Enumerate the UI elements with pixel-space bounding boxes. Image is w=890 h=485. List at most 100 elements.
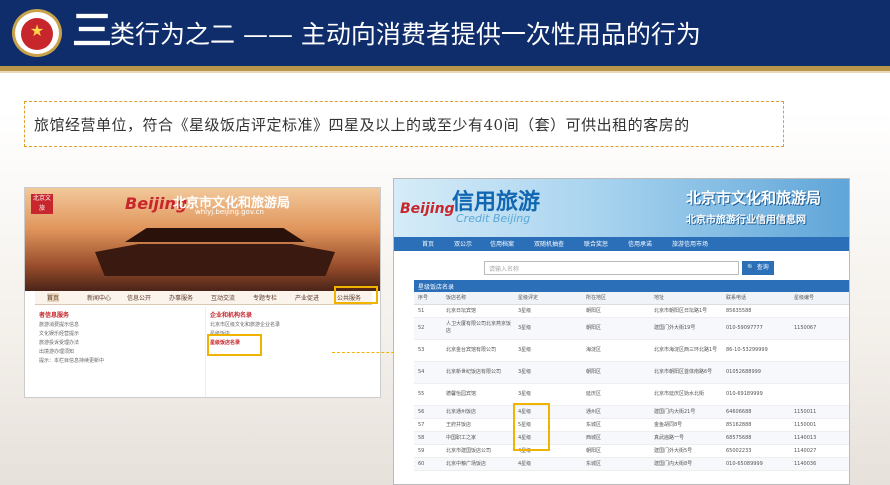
nav-item[interactable]: 专题专栏 [253, 293, 277, 302]
bureau-title: 北京市文化和旅游局 [686, 189, 822, 207]
nav-item[interactable]: 办事服务 [169, 293, 193, 302]
table-cell: 010-59097777 [722, 317, 790, 340]
table-cell: 53 [414, 339, 442, 362]
criteria-text: 旅馆经营单位，符合《星级饭店评定标准》四星及以上的或至少有40间（套）可供出租的… [34, 116, 690, 134]
credit-nav-bar: 首页 双公示 信用档案 双随机抽查 联合奖惩 信用承诺 旅游信用市场 [394, 237, 849, 251]
table-cell: 85635588 [722, 304, 790, 318]
nav-item[interactable]: 首页 [47, 293, 60, 302]
table-cell[interactable]: 中国职工之家 [442, 431, 514, 445]
table-cell: 西城区 [582, 431, 650, 445]
table-row: 53 北京金台宾馆有限公司 3星级 海淀区 北京市海淀区西三环北路1号 86-10-532… [414, 339, 849, 362]
title-lead-char: 三 [72, 8, 112, 54]
table-cell [790, 361, 849, 384]
table-cell: 金鱼胡同8号 [650, 418, 722, 432]
table-cell: 1140013 [790, 431, 849, 445]
table-cell[interactable]: 北京新世纪饭店有限公司 [442, 361, 514, 384]
table-cell: 1140027 [790, 444, 849, 458]
table-cell: 58 [414, 431, 442, 445]
table-cell: 北京市朝阳区日坛路1号 [650, 304, 722, 318]
search-placeholder: 请输入名称 [489, 266, 520, 273]
table-cell: 64606688 [722, 405, 790, 419]
highlight-box-directory [207, 334, 262, 356]
directory-link[interactable]: 北京市区级文化和旅游企业名录 [210, 321, 368, 328]
nav-item[interactable]: 信息公开 [127, 293, 151, 302]
table-cell[interactable]: 北京通州饭店 [442, 405, 514, 419]
table-cell: 52 [414, 317, 442, 340]
table-cell: 3星级 [514, 304, 582, 318]
col-header: 序号 [414, 292, 442, 305]
table-cell[interactable]: 德馨怡园宾馆 [442, 383, 514, 406]
table-cell: 3星级 [514, 383, 582, 406]
credit-site-title: 北京市旅游行业信用信息网 [686, 215, 806, 226]
table-cell[interactable]: 人卫大厦有限公司北京燕京饭店 [442, 317, 514, 340]
col-header: 饭店名称 [442, 292, 514, 305]
col-header: 星级编号 [790, 292, 849, 305]
table-row: 55 德馨怡园宾馆 3星级 延庆区 北京市延庆区妫水北街 010-69189999 [414, 383, 849, 406]
table-row: 58 中国职工之家 4星级 西城区 真武庙路一号 68575688 1140013 [414, 431, 849, 445]
table-cell: 60 [414, 457, 442, 471]
table-cell: 57 [414, 418, 442, 432]
table-cell: 4星级 [514, 457, 582, 471]
col-header: 地址 [650, 292, 722, 305]
table-cell[interactable]: 北京中粮广场饭店 [442, 457, 514, 471]
left-website-screenshot: 北京文旅 Beijing 北京市文化和旅游局 whlyj.beijing.gov… [24, 187, 381, 398]
table-cell: 朝阳区 [582, 304, 650, 318]
table-cell: 海淀区 [582, 339, 650, 362]
col-header: 所在地区 [582, 292, 650, 305]
nav-item[interactable]: 首页 [422, 239, 434, 248]
table-cell: 通州区 [582, 405, 650, 419]
table-cell: 56 [414, 405, 442, 419]
nav-item[interactable]: 信用档案 [490, 239, 514, 248]
table-cell: 1150067 [790, 317, 849, 340]
nav-item[interactable]: 双随机抽查 [534, 239, 564, 248]
nav-item[interactable]: 新闻中心 [87, 293, 111, 302]
table-cell[interactable]: 北京日坛宾馆 [442, 304, 514, 318]
table-cell[interactable]: 北京金台宾馆有限公司 [442, 339, 514, 362]
slide-title: 类行为之二 —— 主动向消费者提供一次性用品的行为 [110, 20, 701, 49]
table-row: 52 人卫大厦有限公司北京燕京饭店 3星级 朝阳区 建国门外大街19号 010-59097… [414, 317, 849, 340]
nav-item[interactable]: 信用承诺 [628, 239, 652, 248]
table-cell [790, 304, 849, 318]
search-input[interactable]: 请输入名称 [484, 261, 739, 275]
table-cell: 1150001 [790, 418, 849, 432]
table-cell: 真武庙路一号 [650, 431, 722, 445]
table-cell: 86-10-53299999 [722, 339, 790, 362]
nav-item[interactable]: 互动交流 [211, 293, 235, 302]
text-block [209, 360, 369, 396]
table-cell[interactable]: 王府井饭店 [442, 418, 514, 432]
list-item[interactable]: 出境游办理须知 [39, 348, 195, 355]
table-cell: 01052688999 [722, 361, 790, 384]
table-cell: 朝阳区 [582, 317, 650, 340]
table-cell: 65002233 [722, 444, 790, 458]
list-item[interactable]: 旅游消费提示信息 [39, 321, 195, 328]
highlight-box-star-rating [513, 403, 550, 451]
table-cell: 朝阳区 [582, 361, 650, 384]
table-cell: 3星级 [514, 361, 582, 384]
table-cell[interactable]: 北京市建国饭店公司 [442, 444, 514, 458]
slide-header: ★ 三 类行为之二 —— 主动向消费者提供一次性用品的行为 [0, 0, 890, 66]
table-header-row: 序号 饭店名称 星级评定 所在地区 地址 联系电话 星级编号 [414, 292, 849, 305]
table-cell: 85162888 [722, 418, 790, 432]
list-item[interactable]: 旅游投诉受理办法 [39, 339, 195, 346]
table-cell: 建国门内大街8号 [650, 457, 722, 471]
table-cell: 51 [414, 304, 442, 318]
left-nav-bar: 首页 新闻中心 信息公开 办事服务 互动交流 专题专栏 产业促进 公共服务 [35, 291, 372, 305]
search-button[interactable]: 🔍 查询 [742, 261, 774, 275]
left-info-column: 者信息服务 旅游消费提示信息 文化娱乐经营提示 旅游投诉受理办法 出境游办理须知… [37, 307, 197, 397]
national-emblem-icon: ★ [12, 9, 62, 57]
nav-item[interactable]: 产业促进 [295, 293, 319, 302]
hotel-table: 星级饭店名录 序号 饭店名称 星级评定 所在地区 地址 联系电话 星级编号 51… [414, 280, 849, 484]
nav-item[interactable]: 旅游信用市场 [672, 239, 708, 248]
directory-heading: 企业和机构名录 [210, 312, 253, 319]
table-cell: 010-65089999 [722, 457, 790, 471]
list-item[interactable]: 文化娱乐经营提示 [39, 330, 195, 337]
table-cell: 北京市朝阳区首体南路6号 [650, 361, 722, 384]
table-cell: 东城区 [582, 418, 650, 432]
table-cell: 1140036 [790, 457, 849, 471]
table-cell: 010-69189999 [722, 383, 790, 406]
nav-item[interactable]: 联合奖惩 [584, 239, 608, 248]
table-cell: 建国门外大街19号 [650, 317, 722, 340]
table-cell: 东城区 [582, 457, 650, 471]
nav-item[interactable]: 双公示 [454, 239, 472, 248]
table-cell: 1150011 [790, 405, 849, 419]
